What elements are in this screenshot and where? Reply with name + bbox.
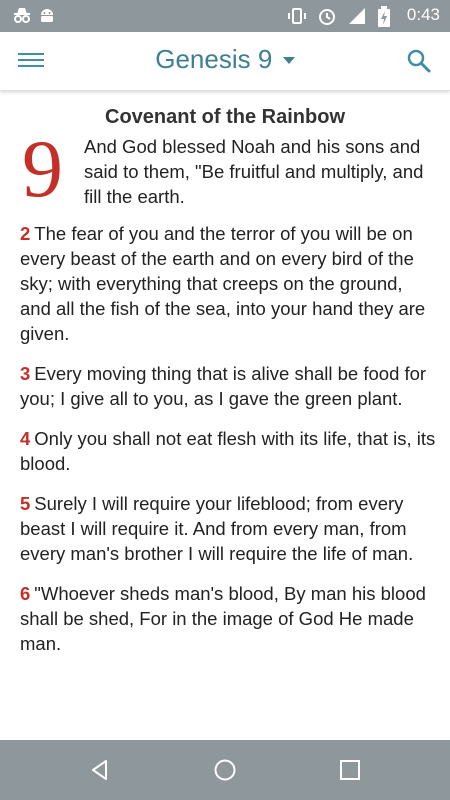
vibrate-icon <box>287 6 306 24</box>
verse-number: 3 <box>20 363 31 384</box>
verse-text: Every moving thing that is alive shall b… <box>20 363 427 409</box>
status-bar: 0:43 <box>0 0 450 32</box>
signal-icon <box>347 6 365 24</box>
search-icon[interactable] <box>406 48 432 74</box>
verse-text: Surely I will require your lifeblood; fr… <box>20 493 414 564</box>
status-right-icons: 0:43 <box>287 5 440 27</box>
dropdown-arrow-icon[interactable] <box>282 57 295 65</box>
verse-text: The fear of you and the terror of you wi… <box>20 223 426 344</box>
recents-icon[interactable] <box>338 758 362 782</box>
verse-number: 4 <box>20 428 31 449</box>
verse-6[interactable]: 6 "Whoever sheds man's blood, By man his … <box>0 581 450 656</box>
android-icon <box>38 6 56 24</box>
app-bar: Genesis 9 <box>0 32 450 91</box>
verse-4[interactable]: 4 Only you shall not eat flesh with its l… <box>0 426 450 476</box>
home-icon[interactable] <box>213 758 237 782</box>
section-heading: Covenant of the Rainbow <box>105 106 345 128</box>
chapter-content[interactable]: Covenant of the Rainbow 9 And God blesse… <box>0 91 450 680</box>
verse-number: 5 <box>20 493 31 514</box>
verse-5[interactable]: 5 Surely I will require your lifeblood; f… <box>0 491 450 566</box>
back-icon[interactable] <box>88 758 112 782</box>
verse-number: 2 <box>20 223 31 244</box>
chapter-number: 9 <box>22 123 63 214</box>
verse-text: Only you shall not eat flesh with its li… <box>20 428 436 474</box>
verse-1[interactable]: 9 And God blessed Noah and his sons and … <box>0 128 450 210</box>
status-time: 0:43 <box>406 5 440 24</box>
verse-text: "Whoever sheds man's blood, By man his b… <box>20 583 426 654</box>
verse-2[interactable]: 2 The fear of you and the terror of you w… <box>0 221 450 346</box>
verse-3[interactable]: 3 Every moving thing that is alive shall … <box>0 361 450 411</box>
incognito-icon <box>12 6 30 24</box>
verse-number: 6 <box>20 583 31 604</box>
status-left-icons <box>12 6 56 24</box>
page-title[interactable]: Genesis 9 <box>155 44 272 74</box>
navigation-bar <box>0 740 450 800</box>
verse-text: And God blessed Noah and his sons and sa… <box>84 136 424 207</box>
alarm-icon <box>317 6 335 25</box>
battery-icon <box>377 6 395 27</box>
chapter-selector[interactable]: Genesis 9 <box>0 44 450 75</box>
